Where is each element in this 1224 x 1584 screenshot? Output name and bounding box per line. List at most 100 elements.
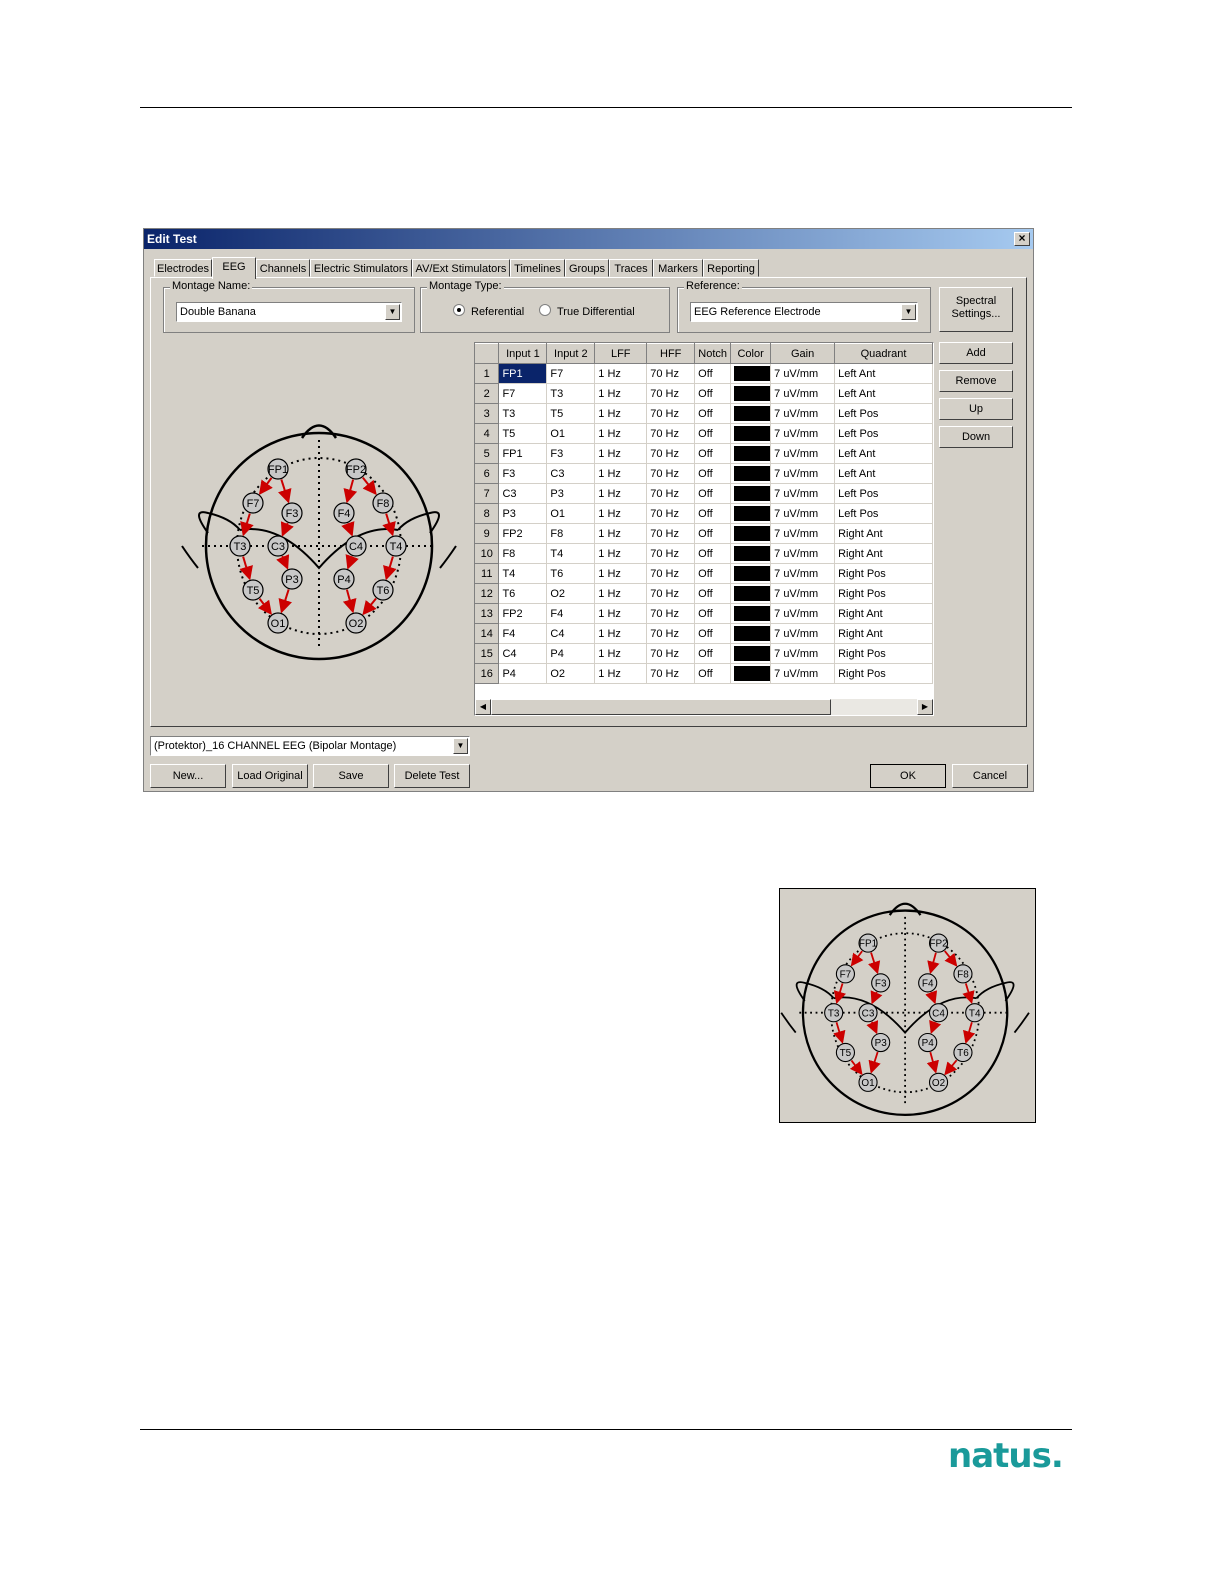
- scroll-right-icon[interactable]: ▶: [917, 699, 933, 715]
- cell-gain[interactable]: 7 uV/mm: [770, 423, 836, 444]
- cell-hff[interactable]: 70 Hz: [646, 543, 696, 564]
- cell-in2[interactable]: O1: [546, 503, 596, 524]
- table-row[interactable]: 5 FP1 F3 1 Hz 70 Hz Off 7 uV/mm Left Ant: [475, 443, 933, 464]
- cell-in1[interactable]: F7: [498, 383, 548, 404]
- cell-in2[interactable]: C4: [546, 623, 596, 644]
- cell-gain[interactable]: 7 uV/mm: [770, 583, 836, 604]
- cell-in2[interactable]: T6: [546, 563, 596, 584]
- cell-hff[interactable]: 70 Hz: [646, 603, 696, 624]
- cell-in1[interactable]: T4: [498, 563, 548, 584]
- table-row[interactable]: 3 T3 T5 1 Hz 70 Hz Off 7 uV/mm Left Pos: [475, 403, 933, 424]
- grid-header-input-2[interactable]: Input 2: [546, 343, 596, 364]
- row-number[interactable]: 13: [475, 603, 500, 624]
- table-row[interactable]: 7 C3 P3 1 Hz 70 Hz Off 7 uV/mm Left Pos: [475, 483, 933, 504]
- row-number[interactable]: 5: [475, 443, 500, 464]
- table-row[interactable]: 14 F4 C4 1 Hz 70 Hz Off 7 uV/mm Right Ant: [475, 623, 933, 644]
- cell-hff[interactable]: 70 Hz: [646, 583, 696, 604]
- cell-lff[interactable]: 1 Hz: [594, 643, 648, 664]
- color-cell[interactable]: [730, 603, 772, 624]
- color-cell[interactable]: [730, 363, 772, 384]
- cell-lff[interactable]: 1 Hz: [594, 503, 648, 524]
- row-number[interactable]: 1: [475, 363, 500, 384]
- cell-hff[interactable]: 70 Hz: [646, 443, 696, 464]
- table-row[interactable]: 11 T4 T6 1 Hz 70 Hz Off 7 uV/mm Right Pos: [475, 563, 933, 584]
- row-number[interactable]: 14: [475, 623, 500, 644]
- ok-button[interactable]: OK: [870, 764, 946, 788]
- row-number[interactable]: 9: [475, 523, 500, 544]
- cell-lff[interactable]: 1 Hz: [594, 443, 648, 464]
- remove-button[interactable]: Remove: [939, 370, 1013, 392]
- cell-lff[interactable]: 1 Hz: [594, 563, 648, 584]
- cell-lff[interactable]: 1 Hz: [594, 363, 648, 384]
- cell-notch[interactable]: Off: [694, 463, 732, 484]
- row-number[interactable]: 6: [475, 463, 500, 484]
- color-cell[interactable]: [730, 563, 772, 584]
- cell-in2[interactable]: P4: [546, 643, 596, 664]
- cell-gain[interactable]: 7 uV/mm: [770, 563, 836, 584]
- cell-notch[interactable]: Off: [694, 363, 732, 384]
- tab-timelines[interactable]: Timelines: [510, 259, 565, 277]
- cell-notch[interactable]: Off: [694, 643, 732, 664]
- cell-gain[interactable]: 7 uV/mm: [770, 623, 836, 644]
- color-cell[interactable]: [730, 643, 772, 664]
- cell-hff[interactable]: 70 Hz: [646, 663, 696, 684]
- radio-referential[interactable]: Referential: [453, 304, 524, 319]
- cell-gain[interactable]: 7 uV/mm: [770, 503, 836, 524]
- cell-lff[interactable]: 1 Hz: [594, 423, 648, 444]
- cell-in2[interactable]: P3: [546, 483, 596, 504]
- color-cell[interactable]: [730, 543, 772, 564]
- color-cell[interactable]: [730, 383, 772, 404]
- chevron-down-icon[interactable]: ▼: [453, 738, 468, 754]
- cell-in1[interactable]: F8: [498, 543, 548, 564]
- cell-quad[interactable]: Left Pos: [834, 403, 933, 424]
- cell-notch[interactable]: Off: [694, 663, 732, 684]
- cell-notch[interactable]: Off: [694, 543, 732, 564]
- grid-header-quadrant[interactable]: Quadrant: [834, 343, 933, 364]
- cell-hff[interactable]: 70 Hz: [646, 403, 696, 424]
- color-cell[interactable]: [730, 523, 772, 544]
- tab-traces[interactable]: Traces: [609, 259, 653, 277]
- cell-in1[interactable]: C3: [498, 483, 548, 504]
- cancel-button[interactable]: Cancel: [952, 764, 1028, 788]
- chevron-down-icon[interactable]: ▼: [385, 304, 400, 320]
- grid-header-gain[interactable]: Gain: [770, 343, 836, 364]
- montage-name-select[interactable]: Double Banana ▼: [176, 302, 402, 322]
- chevron-down-icon[interactable]: ▼: [901, 304, 916, 320]
- cell-lff[interactable]: 1 Hz: [594, 463, 648, 484]
- cell-in1[interactable]: T5: [498, 423, 548, 444]
- cell-notch[interactable]: Off: [694, 483, 732, 504]
- down-button[interactable]: Down: [939, 426, 1013, 448]
- tab-reporting[interactable]: Reporting: [703, 259, 759, 277]
- table-row[interactable]: 10 F8 T4 1 Hz 70 Hz Off 7 uV/mm Right Ant: [475, 543, 933, 564]
- reference-select[interactable]: EEG Reference Electrode ▼: [690, 302, 918, 322]
- grid-header-color[interactable]: Color: [730, 343, 772, 364]
- cell-quad[interactable]: Left Ant: [834, 443, 933, 464]
- table-row[interactable]: 12 T6 O2 1 Hz 70 Hz Off 7 uV/mm Right Pos: [475, 583, 933, 604]
- row-number[interactable]: 12: [475, 583, 500, 604]
- new-button[interactable]: New...: [150, 764, 226, 788]
- cell-lff[interactable]: 1 Hz: [594, 543, 648, 564]
- cell-in2[interactable]: T5: [546, 403, 596, 424]
- cell-in1[interactable]: P3: [498, 503, 548, 524]
- close-icon[interactable]: ×: [1014, 232, 1030, 246]
- cell-notch[interactable]: Off: [694, 603, 732, 624]
- cell-lff[interactable]: 1 Hz: [594, 583, 648, 604]
- cell-in2[interactable]: T3: [546, 383, 596, 404]
- cell-hff[interactable]: 70 Hz: [646, 483, 696, 504]
- cell-in1[interactable]: P4: [498, 663, 548, 684]
- table-row[interactable]: 15 C4 P4 1 Hz 70 Hz Off 7 uV/mm Right Pos: [475, 643, 933, 664]
- table-row[interactable]: 8 P3 O1 1 Hz 70 Hz Off 7 uV/mm Left Pos: [475, 503, 933, 524]
- cell-gain[interactable]: 7 uV/mm: [770, 383, 836, 404]
- cell-gain[interactable]: 7 uV/mm: [770, 483, 836, 504]
- cell-notch[interactable]: Off: [694, 583, 732, 604]
- cell-quad[interactable]: Left Pos: [834, 503, 933, 524]
- spectral-settings-button[interactable]: Spectral Settings...: [939, 287, 1013, 332]
- tab-electrodes[interactable]: Electrodes: [154, 259, 212, 277]
- cell-quad[interactable]: Left Pos: [834, 423, 933, 444]
- cell-in2[interactable]: F8: [546, 523, 596, 544]
- color-cell[interactable]: [730, 623, 772, 644]
- color-cell[interactable]: [730, 443, 772, 464]
- tab-av-ext-stimulators[interactable]: AV/Ext Stimulators: [412, 259, 510, 277]
- delete-test-button[interactable]: Delete Test: [394, 764, 470, 788]
- cell-notch[interactable]: Off: [694, 523, 732, 544]
